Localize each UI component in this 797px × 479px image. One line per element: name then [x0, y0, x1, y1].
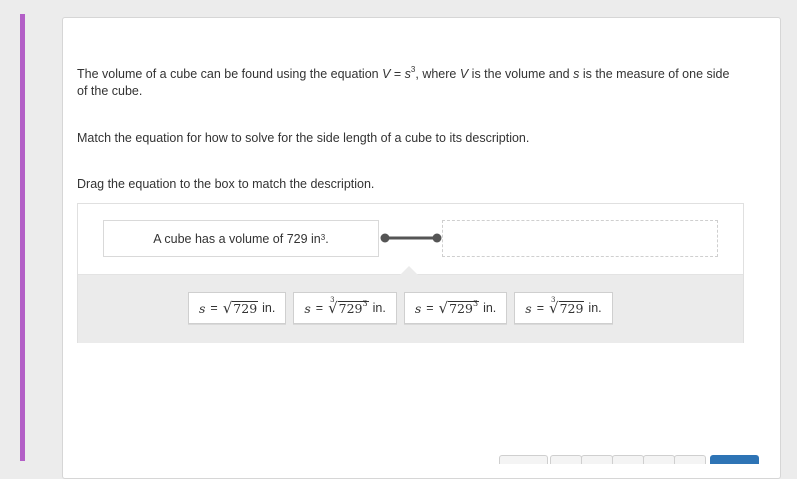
- drag-hint: Drag the equation to the box to match th…: [77, 177, 375, 191]
- radicand-exponent: 3: [472, 299, 479, 309]
- question-accent-bar: [20, 14, 25, 461]
- radical-sign: √: [438, 298, 449, 317]
- cube-root: 3 √ 729: [549, 296, 585, 316]
- tile-radicand: 729: [449, 300, 473, 316]
- page-nav-1[interactable]: [550, 455, 582, 464]
- tile-equals: =: [315, 301, 324, 315]
- root-index: 3: [330, 295, 335, 304]
- tile-radicand: 729: [233, 300, 258, 316]
- page-nav-4[interactable]: [643, 455, 675, 464]
- bank-caret: [400, 266, 418, 275]
- cube-root: 3 √ 7293: [328, 296, 369, 316]
- answer-tiles: s = √ 729 in. s = 3 √ 7293 in. s = √ 729…: [188, 292, 613, 324]
- square-root: √ 7293: [438, 298, 480, 317]
- radical-sign: √: [222, 298, 233, 317]
- tile-radicand: 729: [559, 300, 584, 316]
- description-box: A cube has a volume of 729 in 3.: [103, 220, 379, 257]
- match-row: A cube has a volume of 729 in 3.: [78, 204, 743, 274]
- page-nav-5[interactable]: [674, 455, 706, 464]
- tile-radicand: 729: [338, 300, 363, 316]
- next-button[interactable]: [710, 455, 759, 464]
- tile-lhs: s: [199, 300, 206, 316]
- answer-tile-2[interactable]: s = 3 √ 7293 in.: [293, 292, 397, 324]
- answer-tile-1[interactable]: s = √ 729 in.: [188, 292, 287, 324]
- answer-tile-4[interactable]: s = 3 √ 729 in.: [514, 292, 613, 324]
- connector-line: [380, 233, 442, 243]
- tile-lhs: s: [304, 300, 311, 316]
- tile-lhs: s: [525, 300, 532, 316]
- page-nav-2[interactable]: [581, 455, 613, 464]
- tile-unit: in.: [483, 301, 497, 315]
- radicand-exponent: 3: [362, 299, 368, 309]
- root-index: 3: [551, 295, 556, 304]
- tile-unit: in.: [588, 301, 602, 315]
- drop-target-box[interactable]: [442, 220, 718, 257]
- tile-equals: =: [536, 301, 544, 315]
- tile-equals: =: [426, 301, 434, 315]
- page-nav-3[interactable]: [612, 455, 644, 464]
- tile-unit: in.: [372, 301, 386, 315]
- matching-area: A cube has a volume of 729 in 3. s = √ 729…: [77, 203, 744, 343]
- answer-bank: s = √ 729 in. s = 3 √ 7293 in. s = √ 729…: [78, 266, 743, 343]
- previous-button[interactable]: [499, 455, 548, 464]
- question-intro: The volume of a cube can be found using …: [77, 64, 730, 98]
- question-instruction: Match the equation for how to solve for …: [77, 131, 530, 145]
- tile-lhs: s: [414, 300, 422, 316]
- tile-unit: in.: [262, 301, 276, 315]
- square-root: √ 729: [222, 298, 259, 317]
- tile-equals: =: [210, 301, 218, 315]
- answer-tile-3[interactable]: s = √ 7293 in.: [403, 292, 508, 324]
